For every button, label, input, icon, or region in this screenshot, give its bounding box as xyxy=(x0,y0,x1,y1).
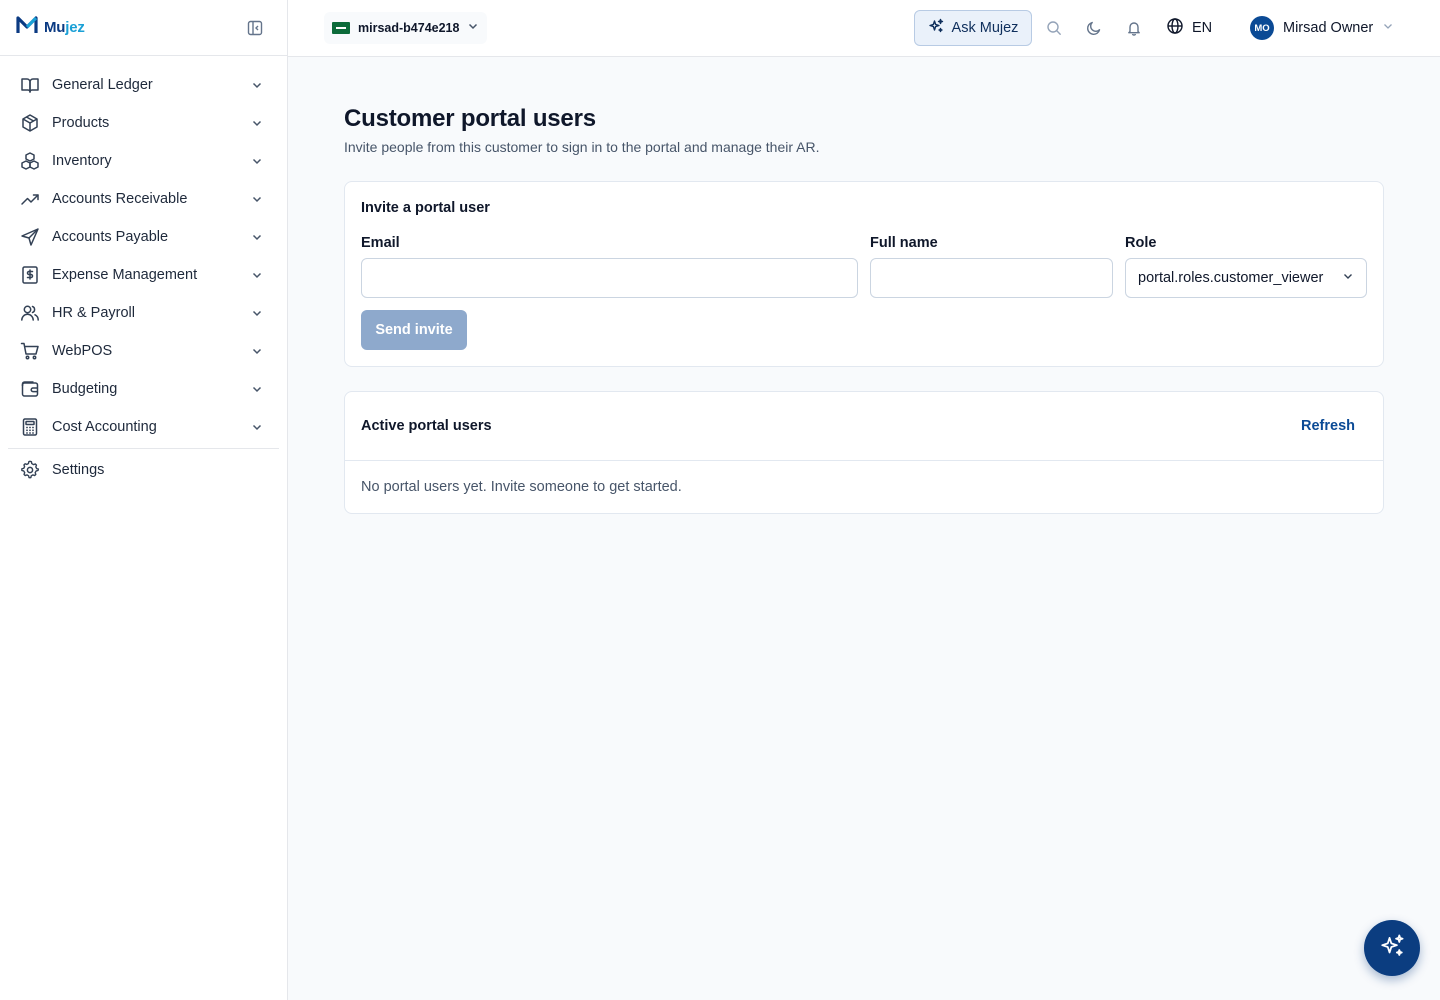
active-users-header: Active portal users Refresh xyxy=(345,392,1383,461)
bell-icon[interactable] xyxy=(1124,18,1144,38)
sidebar-item-label: Accounts Receivable xyxy=(52,191,188,207)
sidebar-item-label: Cost Accounting xyxy=(52,419,157,435)
full-name-label: Full name xyxy=(870,235,938,251)
chevron-down-icon xyxy=(467,19,479,37)
sidebar-item-cost-accounting[interactable]: Cost Accounting xyxy=(8,408,279,446)
ai-assistant-fab[interactable] xyxy=(1364,920,1420,976)
sidebar-item-label: WebPOS xyxy=(52,343,113,359)
chevron-down-icon xyxy=(249,153,265,169)
brand-name-part1: Mu xyxy=(44,19,66,36)
sidebar-item-products[interactable]: Products xyxy=(8,104,279,142)
send-invite-button[interactable]: Send invite xyxy=(361,310,467,350)
receipt-dollar-icon xyxy=(20,265,40,285)
invite-card-title: Invite a portal user xyxy=(361,200,490,216)
empty-state-message: No portal users yet. Invite someone to g… xyxy=(361,479,682,495)
chevron-down-icon xyxy=(1382,19,1394,37)
active-users-title: Active portal users xyxy=(361,418,492,434)
chevron-down-icon xyxy=(249,267,265,283)
user-name: Mirsad Owner xyxy=(1283,20,1374,36)
email-field[interactable] xyxy=(361,258,858,298)
language-switcher[interactable]: EN xyxy=(1166,16,1212,40)
sidebar-item-label: Budgeting xyxy=(52,381,118,397)
chevron-down-icon xyxy=(249,77,265,93)
package-icon xyxy=(20,113,40,133)
globe-icon xyxy=(1166,17,1184,40)
sidebar-divider xyxy=(8,448,279,449)
book-open-icon xyxy=(20,75,40,95)
moon-icon[interactable] xyxy=(1084,18,1104,38)
sidebar-item-hr-payroll[interactable]: HR & Payroll xyxy=(8,294,279,332)
tenant-label: mirsad-b474e218 xyxy=(358,21,460,35)
chevron-down-icon xyxy=(249,343,265,359)
sidebar-item-settings[interactable]: Settings xyxy=(8,451,279,489)
ask-mujez-label: Ask Mujez xyxy=(951,20,1019,36)
chevron-down-icon xyxy=(249,191,265,207)
brand-name: Mujez xyxy=(44,19,85,36)
search-icon[interactable] xyxy=(1044,18,1064,38)
sidebar-item-label: General Ledger xyxy=(52,77,153,93)
sidebar-item-accounts-payable[interactable]: Accounts Payable xyxy=(8,218,279,256)
page-subtitle: Invite people from this customer to sign… xyxy=(344,139,820,155)
language-label: EN xyxy=(1192,20,1213,36)
email-label: Email xyxy=(361,235,400,251)
invite-card: Invite a portal user Email Full name Rol… xyxy=(344,181,1384,367)
sidebar-item-label: Accounts Payable xyxy=(52,229,169,245)
trending-up-icon xyxy=(20,189,40,209)
sidebar-item-label: Inventory xyxy=(52,153,112,169)
user-menu[interactable]: MO Mirsad Owner xyxy=(1250,14,1394,42)
saudi-flag-icon xyxy=(332,22,350,34)
sidebar-item-label: Settings xyxy=(52,462,105,478)
tenant-switcher[interactable]: mirsad-b474e218 xyxy=(324,12,488,44)
sparkles-icon xyxy=(1379,933,1405,964)
gear-icon xyxy=(20,460,40,480)
sidebar: Mujez General Ledger Products Inventory … xyxy=(0,0,288,1000)
chevron-down-icon xyxy=(249,229,265,245)
chevron-down-icon xyxy=(249,381,265,397)
mujez-logo-icon xyxy=(16,15,38,40)
chevron-down-icon xyxy=(249,305,265,321)
sidebar-item-expense-management[interactable]: Expense Management xyxy=(8,256,279,294)
role-label: Role xyxy=(1125,235,1157,251)
role-selected-value: portal.roles.customer_viewer xyxy=(1138,270,1324,286)
send-icon xyxy=(20,227,40,247)
sidebar-item-label: Products xyxy=(52,115,110,131)
sidebar-item-inventory[interactable]: Inventory xyxy=(8,142,279,180)
chevron-down-icon xyxy=(249,115,265,131)
sidebar-item-label: Expense Management xyxy=(52,267,198,283)
sidebar-nav: General Ledger Products Inventory Accoun… xyxy=(0,56,287,489)
sidebar-header: Mujez xyxy=(0,0,287,56)
wallet-icon xyxy=(20,379,40,399)
sparkles-icon xyxy=(928,18,944,39)
sidebar-item-general-ledger[interactable]: General Ledger xyxy=(8,66,279,104)
sidebar-collapse-icon[interactable] xyxy=(243,16,267,40)
brand-name-part2: jez xyxy=(65,19,85,36)
shopping-cart-icon xyxy=(20,341,40,361)
chevron-down-icon xyxy=(1342,269,1354,287)
sidebar-item-label: HR & Payroll xyxy=(52,305,135,321)
role-select[interactable]: portal.roles.customer_viewer xyxy=(1125,258,1367,298)
topbar: mirsad-b474e218 Ask Mujez EN MO Mirsad O… xyxy=(288,0,1440,57)
refresh-button[interactable]: Refresh xyxy=(1301,418,1355,434)
page-title: Customer portal users xyxy=(344,105,596,132)
ask-mujez-button[interactable]: Ask Mujez xyxy=(914,10,1032,46)
full-name-field[interactable] xyxy=(870,258,1113,298)
calculator-icon xyxy=(20,417,40,437)
chevron-down-icon xyxy=(249,419,265,435)
sidebar-item-webpos[interactable]: WebPOS xyxy=(8,332,279,370)
active-users-card: Active portal users Refresh No portal us… xyxy=(344,391,1384,514)
brand[interactable]: Mujez xyxy=(16,15,85,40)
avatar: MO xyxy=(1250,16,1274,40)
boxes-icon xyxy=(20,151,40,171)
sidebar-item-accounts-receivable[interactable]: Accounts Receivable xyxy=(8,180,279,218)
users-icon xyxy=(20,303,40,323)
sidebar-item-budgeting[interactable]: Budgeting xyxy=(8,370,279,408)
